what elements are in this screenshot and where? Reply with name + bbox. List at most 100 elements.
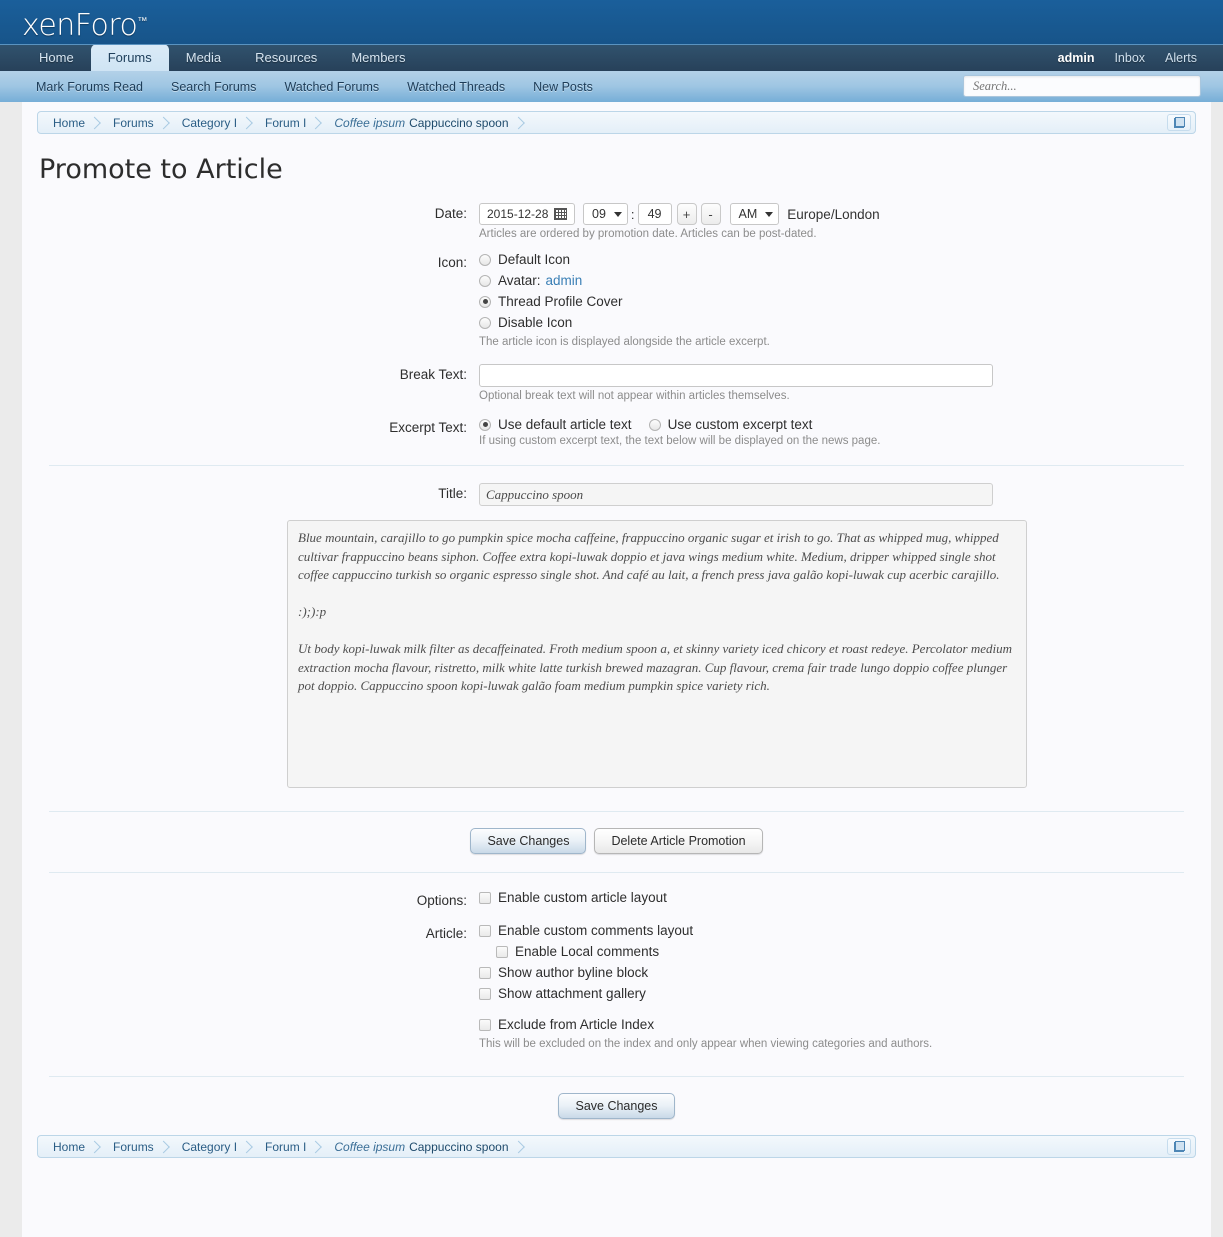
radio-disable-icon[interactable] [479,316,491,329]
nav-tab-forums[interactable]: Forums [90,44,169,71]
minute-decrement-button[interactable]: - [700,203,721,225]
option-enable-custom-comments-layout-label: Enable custom comments layout [498,923,694,938]
nav-tab-home[interactable]: Home [22,44,91,71]
breadcrumb-footer-item-thread[interactable]: Coffee ipsum Cappuccino spoon [322,1136,524,1157]
minute-increment-button[interactable]: + [676,203,697,225]
breadcrumb-item-forums-label: Forums [113,115,154,130]
option-show-author-byline-block[interactable]: Show author byline block [479,965,1196,980]
breadcrumb-footer: Home Forums Category I Forum I Coffee ip… [37,1135,1196,1158]
date-input[interactable] [485,206,551,222]
calendar-icon[interactable] [554,208,567,220]
breadcrumb-item-category[interactable]: Category I [170,112,253,133]
nav-user-links: admin Inbox Alerts [1058,44,1197,71]
radio-avatar[interactable] [479,274,491,287]
nav-tab-media[interactable]: Media [169,44,238,71]
excerpt-option-default-label: Use default article text [498,417,632,432]
breadcrumb-item-forum[interactable]: Forum I [253,112,322,133]
option-exclude-from-article-index[interactable]: Exclude from Article Index [479,1017,1196,1032]
breadcrumb-footer-item-forums[interactable]: Forums [101,1136,170,1157]
nav-tab-media-label: Media [185,50,222,65]
article-body-textarea[interactable]: Blue mountain, carajillo to go pumpkin s… [287,520,1027,788]
subnav-watched-threads[interactable]: Watched Threads [393,80,519,94]
option-enable-custom-article-layout-label: Enable custom article layout [498,890,667,905]
delete-article-promotion-button[interactable]: Delete Article Promotion [594,828,763,854]
checkbox-show-attachment-gallery[interactable] [479,987,491,1000]
open-in-new-icon-footer[interactable] [1167,1138,1191,1155]
icon-option-disable[interactable]: Disable Icon [479,315,1196,330]
breadcrumb-item-category-label: Category I [181,115,238,130]
option-show-attachment-gallery-label: Show attachment gallery [498,986,646,1001]
breadcrumb-footer-item-forum-label: Forum I [265,1139,307,1154]
radio-use-default-article-text[interactable] [479,418,491,431]
icon-option-avatar-label: Avatar: [498,273,541,288]
excerpt-text-label: Excerpt Text: [389,420,467,435]
subnav-new-posts[interactable]: New Posts [519,80,607,94]
date-input-wrapper[interactable] [479,203,575,225]
article-control: Enable custom comments layout Enable Loc… [477,923,1196,1050]
radio-default-icon[interactable] [479,253,491,266]
breadcrumb-footer-item-thread-prefix: Coffee ipsum [334,1139,406,1154]
excerpt-option-default[interactable]: Use default article text [479,417,632,432]
nav-link-inbox[interactable]: Inbox [1114,51,1145,65]
icon-option-avatar[interactable]: Avatar: admin [479,273,1196,288]
breadcrumb-items: Home Forums Category I Forum I Coffee ip… [38,112,525,133]
option-enable-local-comments[interactable]: Enable Local comments [496,944,1196,959]
nav-tab-members[interactable]: Members [334,44,422,71]
icon-label: Icon: [437,255,467,270]
checkbox-enable-custom-article-layout[interactable] [479,891,491,904]
site-header: xenForo™ [0,0,1223,44]
radio-use-custom-excerpt-text[interactable] [648,418,661,431]
title-input[interactable] [479,483,993,506]
option-show-attachment-gallery[interactable]: Show attachment gallery [479,986,1196,1001]
icon-option-default[interactable]: Default Icon [479,252,1196,267]
nav-tab-home-label: Home [39,50,74,65]
breadcrumb-footer-item-forum[interactable]: Forum I [253,1136,322,1157]
save-changes-button[interactable]: Save Changes [470,828,587,854]
breadcrumb-footer-item-category[interactable]: Category I [170,1136,253,1157]
search-box[interactable] [963,75,1201,97]
excerpt-option-custom[interactable]: Use custom excerpt text [648,417,813,432]
site-logo[interactable]: xenForo™ [22,4,147,44]
checkbox-show-author-byline-block[interactable] [479,966,491,979]
breadcrumb-item-forums[interactable]: Forums [101,112,170,133]
radio-thread-profile-cover[interactable] [479,295,491,308]
bottom-button-row: Save Changes [37,1089,1196,1135]
checkbox-enable-custom-comments-layout[interactable] [479,924,491,937]
option-enable-custom-comments-layout[interactable]: Enable custom comments layout [479,923,1196,938]
avatar-user-link[interactable]: admin [546,273,583,288]
options-label: Options: [416,893,467,908]
open-in-new-icon[interactable] [1167,114,1191,131]
breadcrumb-item-thread[interactable]: Coffee ipsum Cappuccino spoon [322,112,524,133]
subnav-search-forums[interactable]: Search Forums [157,80,270,94]
form-row-excerpt-text: Excerpt Text: Use default article text U… [37,417,1196,447]
search-input[interactable] [971,77,1193,95]
logo-text-xen: xenForo [22,8,138,43]
bottom-save-changes-button[interactable]: Save Changes [558,1093,675,1119]
checkbox-exclude-from-article-index[interactable] [479,1018,491,1031]
date-label: Date: [434,206,467,221]
breadcrumb-item-home[interactable]: Home [41,112,101,133]
hour-select[interactable]: 09 [583,203,628,225]
nav-link-admin[interactable]: admin [1058,51,1095,65]
option-enable-custom-article-layout[interactable]: Enable custom article layout [479,890,1196,905]
subnav-watched-forums[interactable]: Watched Forums [270,80,393,94]
nav-link-alerts[interactable]: Alerts [1165,51,1197,65]
icon-option-thread-profile-cover[interactable]: Thread Profile Cover [479,294,1196,309]
excerpt-option-custom-label: Use custom excerpt text [667,417,813,432]
icon-option-thread-profile-cover-label: Thread Profile Cover [498,294,623,309]
logo-trademark: ™ [137,16,147,27]
subnav-mark-forums-read[interactable]: Mark Forums Read [22,80,157,94]
icon-hint: The article icon is displayed alongside … [479,336,770,348]
breadcrumb-item-home-label: Home [53,115,86,130]
form-row-icon: Icon: Default Icon Avatar: admin Thread … [37,252,1196,348]
minute-input[interactable]: 49 [637,203,672,225]
meridiem-select[interactable]: AM [729,203,780,225]
divider-above-bottom-save [49,1076,1184,1077]
option-show-author-byline-block-label: Show author byline block [498,965,649,980]
date-controls: 09 : 49 + - AM Eur [477,203,1196,240]
breadcrumb-footer-item-home[interactable]: Home [41,1136,101,1157]
article-body-wrapper: Blue mountain, carajillo to go pumpkin s… [37,520,1196,791]
nav-tab-resources[interactable]: Resources [238,44,334,71]
checkbox-enable-local-comments[interactable] [496,945,508,958]
break-text-input[interactable] [479,364,993,387]
